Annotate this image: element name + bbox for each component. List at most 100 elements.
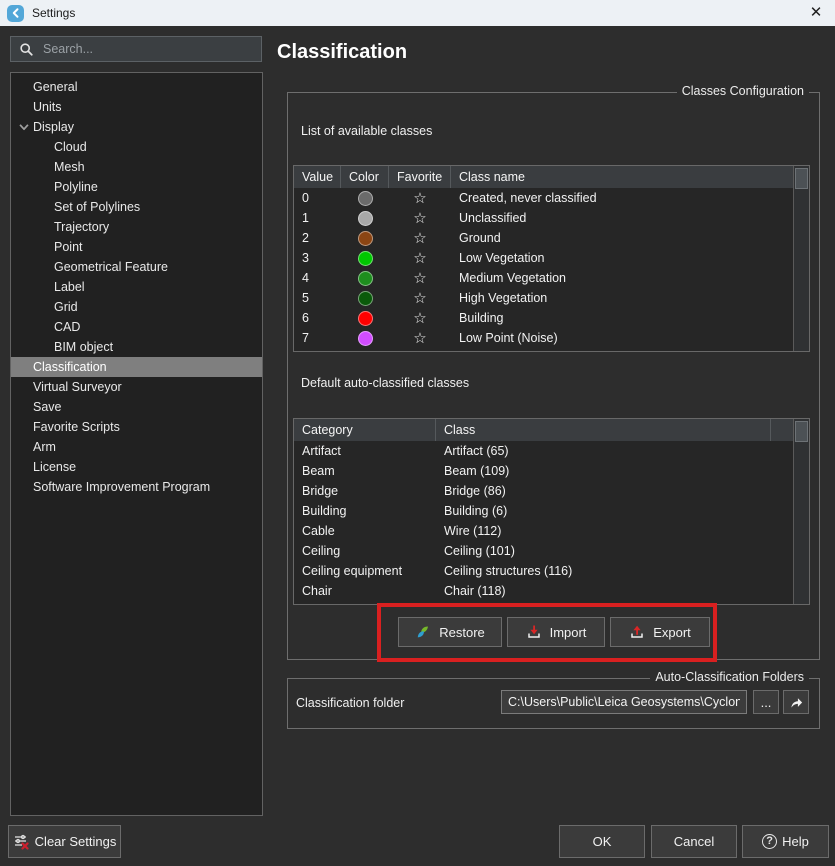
class-color-swatch[interactable] xyxy=(341,328,389,348)
export-button[interactable]: Export xyxy=(610,617,710,647)
category-cell: Beam xyxy=(294,461,436,481)
tree-item-units[interactable]: Units xyxy=(11,97,262,117)
class-color-swatch[interactable] xyxy=(341,348,389,352)
tree-item-trajectory[interactable]: Trajectory xyxy=(11,217,262,237)
class-color-swatch[interactable] xyxy=(341,188,389,208)
tree-item-general[interactable]: General xyxy=(11,77,262,97)
auto-class-row[interactable]: CeilingCeiling (101) xyxy=(294,541,809,561)
auto-class-row[interactable]: BuildingBuilding (6) xyxy=(294,501,809,521)
ok-button[interactable]: OK xyxy=(559,825,645,858)
auto-table-scrollbar[interactable] xyxy=(793,419,809,604)
tree-item-geometrical-feature[interactable]: Geometrical Feature xyxy=(11,257,262,277)
tree-item-software-improvement-program[interactable]: Software Improvement Program xyxy=(11,477,262,497)
column-header-color[interactable]: Color xyxy=(341,166,389,188)
clear-settings-button[interactable]: Clear Settings xyxy=(8,825,121,858)
open-folder-button[interactable] xyxy=(783,690,809,714)
class-color-swatch[interactable] xyxy=(341,248,389,268)
column-header-class[interactable]: Class xyxy=(436,419,771,441)
tree-item-set-of-polylines[interactable]: Set of Polylines xyxy=(11,197,262,217)
settings-tree: General UnitsDisplayCloud Mesh Polyline Set … xyxy=(10,72,263,816)
favorite-star-icon[interactable]: ☆ xyxy=(389,188,451,208)
restore-label: Restore xyxy=(439,625,485,640)
favorite-star-icon[interactable]: ☆ xyxy=(389,208,451,228)
column-header-favorite[interactable]: Favorite xyxy=(389,166,451,188)
restore-button[interactable]: Restore xyxy=(398,617,502,647)
tree-item-label: CAD xyxy=(54,320,80,334)
class-row[interactable]: 0☆Created, never classified xyxy=(294,188,809,208)
tree-item-point[interactable]: Point xyxy=(11,237,262,257)
column-header-value[interactable]: Value xyxy=(294,166,341,188)
class-color-swatch[interactable] xyxy=(341,208,389,228)
auto-class-row[interactable]: BridgeBridge (86) xyxy=(294,481,809,501)
class-row[interactable]: 1☆Unclassified xyxy=(294,208,809,228)
class-value: 1 xyxy=(294,208,341,228)
class-value xyxy=(294,348,341,352)
class-row[interactable]: 4☆Medium Vegetation xyxy=(294,268,809,288)
favorite-star-icon[interactable]: ☆ xyxy=(389,308,451,328)
tree-item-label[interactable]: Label xyxy=(11,277,262,297)
favorite-star-icon[interactable]: ☆ xyxy=(389,228,451,248)
class-row[interactable]: 3☆Low Vegetation xyxy=(294,248,809,268)
auto-class-row[interactable]: BeamBeam (109) xyxy=(294,461,809,481)
tree-item-arm[interactable]: Arm xyxy=(11,437,262,457)
tree-item-label: Mesh xyxy=(54,160,85,174)
class-color-swatch[interactable] xyxy=(341,268,389,288)
favorite-star-icon[interactable]: ☆ xyxy=(389,288,451,308)
class-value: 3 xyxy=(294,248,341,268)
tree-item-virtual-surveyor[interactable]: Virtual Surveyor xyxy=(11,377,262,397)
tree-item-bim-object[interactable]: BIM object xyxy=(11,337,262,357)
tree-item-cad[interactable]: CAD xyxy=(11,317,262,337)
tree-item-display[interactable]: Display xyxy=(11,117,262,137)
class-name xyxy=(451,348,795,352)
auto-class-row[interactable]: Ceiling equipmentCeiling structures (116… xyxy=(294,561,809,581)
class-color-swatch[interactable] xyxy=(341,288,389,308)
tree-item-save[interactable]: Save xyxy=(11,397,262,417)
browse-button[interactable]: ... xyxy=(753,690,779,714)
titlebar: Settings ✕ xyxy=(0,0,835,26)
chevron-down-icon[interactable] xyxy=(17,120,31,134)
help-button[interactable]: ? Help xyxy=(742,825,829,858)
import-button[interactable]: Import xyxy=(507,617,605,647)
category-cell: Ceiling xyxy=(294,541,436,561)
tree-item-license[interactable]: License xyxy=(11,457,262,477)
class-color-swatch[interactable] xyxy=(341,308,389,328)
scrollbar-thumb[interactable] xyxy=(795,421,808,442)
class-name: Medium Vegetation xyxy=(451,268,795,288)
column-header-class-name[interactable]: Class name xyxy=(451,166,795,188)
category-cell: Chair xyxy=(294,581,436,601)
tree-item-grid[interactable]: Grid xyxy=(11,297,262,317)
auto-class-row[interactable]: ArtifactArtifact (65) xyxy=(294,441,809,461)
tree-item-mesh[interactable]: Mesh xyxy=(11,157,262,177)
favorite-star-icon[interactable]: ☆ xyxy=(389,248,451,268)
search-input[interactable]: Search... xyxy=(10,36,262,62)
scrollbar-thumb[interactable] xyxy=(795,168,808,189)
class-row[interactable]: 2☆Ground xyxy=(294,228,809,248)
class-row-partial[interactable]: ☆ xyxy=(294,348,809,352)
tree-item-classification[interactable]: Classification xyxy=(11,357,262,377)
class-cell: Chair (118) xyxy=(436,581,771,601)
favorite-star-icon[interactable]: ☆ xyxy=(389,268,451,288)
tree-item-label: General xyxy=(33,80,77,94)
favorite-star-icon[interactable]: ☆ xyxy=(389,328,451,348)
classification-folder-input[interactable] xyxy=(501,690,747,714)
class-row[interactable]: 7☆Low Point (Noise) xyxy=(294,328,809,348)
export-label: Export xyxy=(653,625,691,640)
class-row[interactable]: 5☆High Vegetation xyxy=(294,288,809,308)
class-name: Ground xyxy=(451,228,795,248)
column-header-spacer xyxy=(771,419,795,441)
class-row[interactable]: 6☆Building xyxy=(294,308,809,328)
tree-item-favorite-scripts[interactable]: Favorite Scripts xyxy=(11,417,262,437)
close-button[interactable]: ✕ xyxy=(806,3,826,23)
class-color-swatch[interactable] xyxy=(341,228,389,248)
classes-table-scrollbar[interactable] xyxy=(793,166,809,351)
tree-item-label: Arm xyxy=(33,440,56,454)
category-cell: Ceiling equipment xyxy=(294,561,436,581)
tree-item-polyline[interactable]: Polyline xyxy=(11,177,262,197)
column-header-category[interactable]: Category xyxy=(294,419,436,441)
tree-item-cloud[interactable]: Cloud xyxy=(11,137,262,157)
auto-class-row[interactable]: ChairChair (118) xyxy=(294,581,809,601)
tree-item-label: Set of Polylines xyxy=(54,200,140,214)
auto-class-row[interactable]: CableWire (112) xyxy=(294,521,809,541)
favorite-star-icon[interactable]: ☆ xyxy=(389,348,451,352)
cancel-button[interactable]: Cancel xyxy=(651,825,737,858)
